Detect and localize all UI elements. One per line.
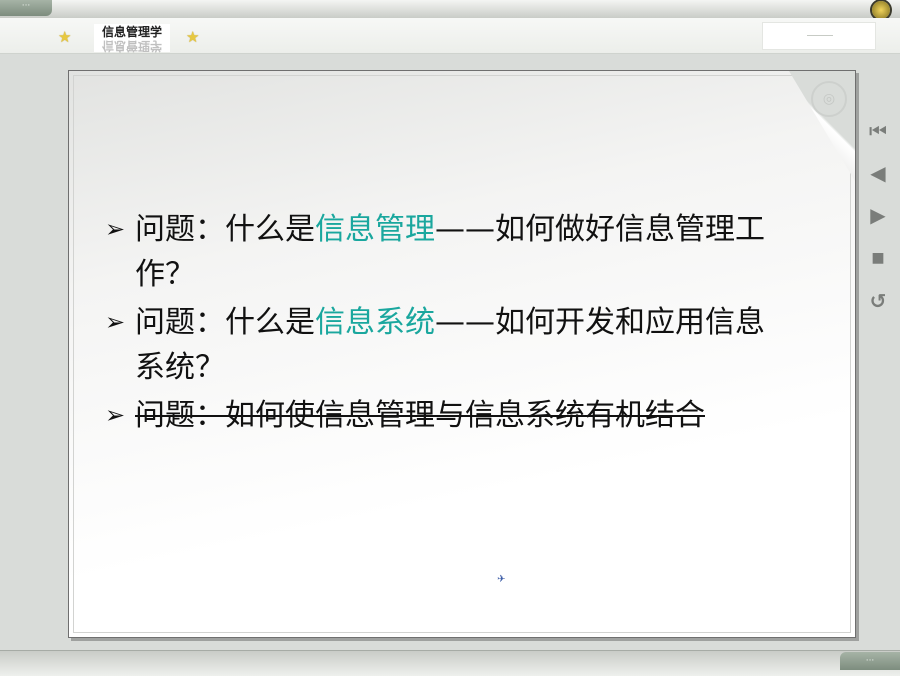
header-placeholder-box (762, 22, 876, 50)
bullet-list: ➢ 问题：什么是信息管理——如何做好信息管理工作？ ➢ 问题：什么是信息系统——… (105, 207, 765, 441)
course-title: 信息管理学 信息管理学 (94, 24, 170, 53)
header-box-mark (807, 35, 833, 36)
next-slide-icon[interactable]: ▶ (865, 202, 891, 228)
first-slide-icon[interactable]: ⏮ (865, 118, 891, 144)
bullet-item: ➢ 问题：如何使信息管理与信息系统有机结合 (105, 393, 765, 438)
top-tab: ··· (0, 0, 52, 16)
course-title-text: 信息管理学 (101, 25, 162, 39)
airplane-icon: ✈ (497, 574, 506, 585)
school-emblem-watermark: ◎ (811, 81, 847, 117)
bullet-arrow-icon: ➢ (105, 215, 126, 243)
previous-slide-icon[interactable]: ◀ (865, 160, 891, 186)
bullet-highlight: 信息系统 (315, 305, 435, 340)
star-icon: ★ (186, 28, 200, 46)
bullet-arrow-icon: ➢ (105, 401, 126, 429)
bullet-arrow-icon: ➢ (105, 308, 126, 336)
course-title-reflection: 信息管理学 (101, 39, 162, 53)
video-icon[interactable]: ■ (865, 245, 891, 271)
bullet-text: 问题：什么是 (135, 212, 315, 247)
bullet-text: 问题：什么是 (135, 305, 315, 340)
bullet-item: ➢ 问题：什么是信息管理——如何做好信息管理工作？ (105, 207, 765, 297)
emblem-icon (872, 1, 890, 19)
slide-canvas: ◎ ➢ 问题：什么是信息管理——如何做好信息管理工作？ ➢ 问题：什么是信息系统… (68, 70, 856, 638)
return-icon[interactable]: ↺ (865, 288, 891, 314)
bullet-text-struck: 问题：如何使信息管理与信息系统有机结合 (135, 398, 705, 433)
star-icon: ★ (58, 28, 72, 46)
bottom-tab: ··· (840, 652, 900, 670)
top-strip (0, 0, 900, 19)
bullet-item: ➢ 问题：什么是信息系统——如何开发和应用信息系统？ (105, 300, 765, 390)
header-divider (0, 53, 900, 54)
bottom-strip (0, 650, 900, 676)
bullet-highlight: 信息管理 (315, 212, 435, 247)
